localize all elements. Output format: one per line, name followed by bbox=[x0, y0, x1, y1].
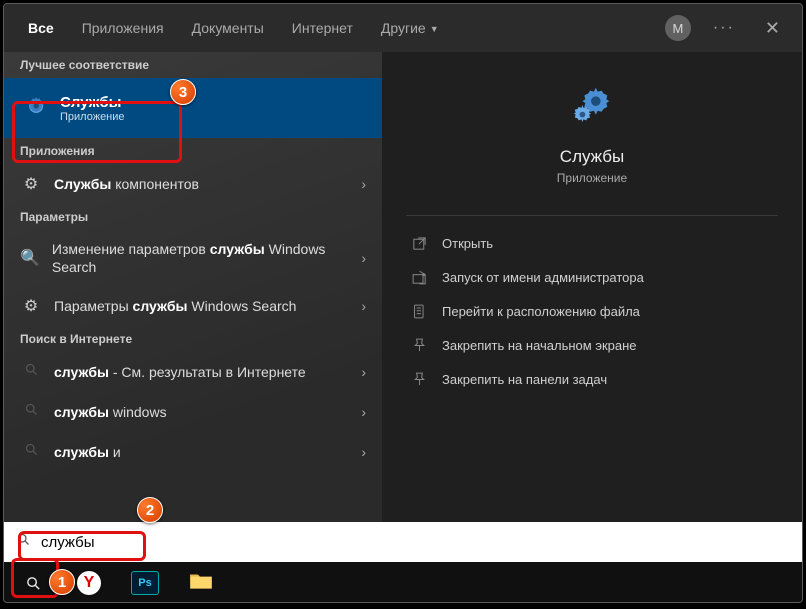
web-result-text: службы windows bbox=[54, 403, 167, 421]
web-result-text: службы и bbox=[54, 443, 121, 461]
section-apps: Приложения bbox=[4, 138, 382, 164]
search-icon bbox=[16, 532, 31, 552]
web-result-text: службы - См. результаты в Интернете bbox=[54, 363, 306, 381]
tab-apps[interactable]: Приложения bbox=[72, 10, 174, 46]
tab-more[interactable]: Другие▼ bbox=[371, 10, 449, 46]
user-avatar[interactable]: М bbox=[665, 15, 691, 41]
search-tabs: Все Приложения Документы Интернет Другие… bbox=[4, 4, 802, 52]
chevron-right-icon: › bbox=[361, 250, 366, 266]
best-match-subtitle: Приложение bbox=[60, 111, 125, 123]
action-file-location[interactable]: Перейти к расположению файла bbox=[382, 294, 802, 328]
web-result-item[interactable]: службы и › bbox=[4, 432, 382, 472]
chevron-right-icon: › bbox=[361, 364, 366, 380]
folder-icon bbox=[410, 302, 428, 320]
photoshop-icon: Ps bbox=[131, 571, 159, 595]
gear-icon: ⚙ bbox=[20, 296, 42, 316]
tab-documents[interactable]: Документы bbox=[182, 10, 274, 46]
pin-icon bbox=[410, 370, 428, 388]
chevron-right-icon: › bbox=[361, 176, 366, 192]
app-result-text: Службы компонентов bbox=[54, 175, 199, 193]
action-pin-taskbar[interactable]: Закрепить на панели задач bbox=[382, 362, 802, 396]
taskbar-photoshop-button[interactable]: Ps bbox=[122, 563, 168, 603]
component-services-icon: ⚙ bbox=[20, 174, 42, 194]
folder-icon bbox=[188, 570, 214, 597]
taskbar-explorer-button[interactable] bbox=[178, 563, 224, 603]
section-settings: Параметры bbox=[4, 204, 382, 230]
action-run-as-admin[interactable]: Запуск от имени администратора bbox=[382, 260, 802, 294]
setting-result-item[interactable]: 🔍 Изменение параметров службы Windows Se… bbox=[4, 230, 382, 286]
tab-internet[interactable]: Интернет bbox=[282, 10, 363, 46]
admin-icon bbox=[410, 268, 428, 286]
search-icon bbox=[20, 362, 42, 382]
annotation-badge: 1 bbox=[49, 569, 75, 595]
app-result-item[interactable]: ⚙ Службы компонентов › bbox=[4, 164, 382, 204]
action-open[interactable]: Открыть bbox=[382, 226, 802, 260]
search-bar[interactable] bbox=[4, 522, 802, 562]
close-button[interactable]: ✕ bbox=[757, 14, 788, 43]
search-settings-icon: 🔍 bbox=[20, 248, 40, 268]
search-input[interactable] bbox=[41, 534, 790, 551]
open-icon bbox=[410, 234, 428, 252]
section-web-search: Поиск в Интернете bbox=[4, 326, 382, 352]
tab-all[interactable]: Все bbox=[18, 10, 64, 46]
setting-result-text: Параметры службы Windows Search bbox=[54, 297, 296, 315]
section-best-match: Лучшее соответствие bbox=[4, 52, 382, 78]
chevron-right-icon: › bbox=[361, 404, 366, 420]
preview-title: Службы bbox=[560, 147, 624, 167]
web-result-item[interactable]: службы windows › bbox=[4, 392, 382, 432]
chevron-right-icon: › bbox=[361, 444, 366, 460]
annotation-badge: 3 bbox=[170, 79, 196, 105]
divider bbox=[406, 215, 778, 216]
search-icon bbox=[20, 442, 42, 462]
web-result-item[interactable]: службы - См. результаты в Интернете › bbox=[4, 352, 382, 392]
setting-result-text: Изменение параметров службы Windows Sear… bbox=[52, 240, 330, 276]
more-options-button[interactable]: ··· bbox=[713, 19, 735, 37]
taskbar: Y Ps bbox=[4, 562, 802, 603]
yandex-icon: Y bbox=[77, 571, 101, 595]
search-icon bbox=[20, 402, 42, 422]
preview-subtitle: Приложение bbox=[557, 171, 627, 185]
gear-icon bbox=[569, 82, 615, 133]
pin-icon bbox=[410, 336, 428, 354]
chevron-right-icon: › bbox=[361, 298, 366, 314]
setting-result-item[interactable]: ⚙ Параметры службы Windows Search › bbox=[4, 286, 382, 326]
annotation-badge: 2 bbox=[137, 497, 163, 523]
results-panel: Лучшее соответствие Службы Приложение Пр… bbox=[4, 52, 382, 522]
best-match-title: Службы bbox=[60, 94, 125, 111]
preview-panel: Службы Приложение Открыть Запуск от имен… bbox=[382, 52, 802, 522]
gear-icon bbox=[20, 94, 48, 122]
action-pin-start[interactable]: Закрепить на начальном экране bbox=[382, 328, 802, 362]
